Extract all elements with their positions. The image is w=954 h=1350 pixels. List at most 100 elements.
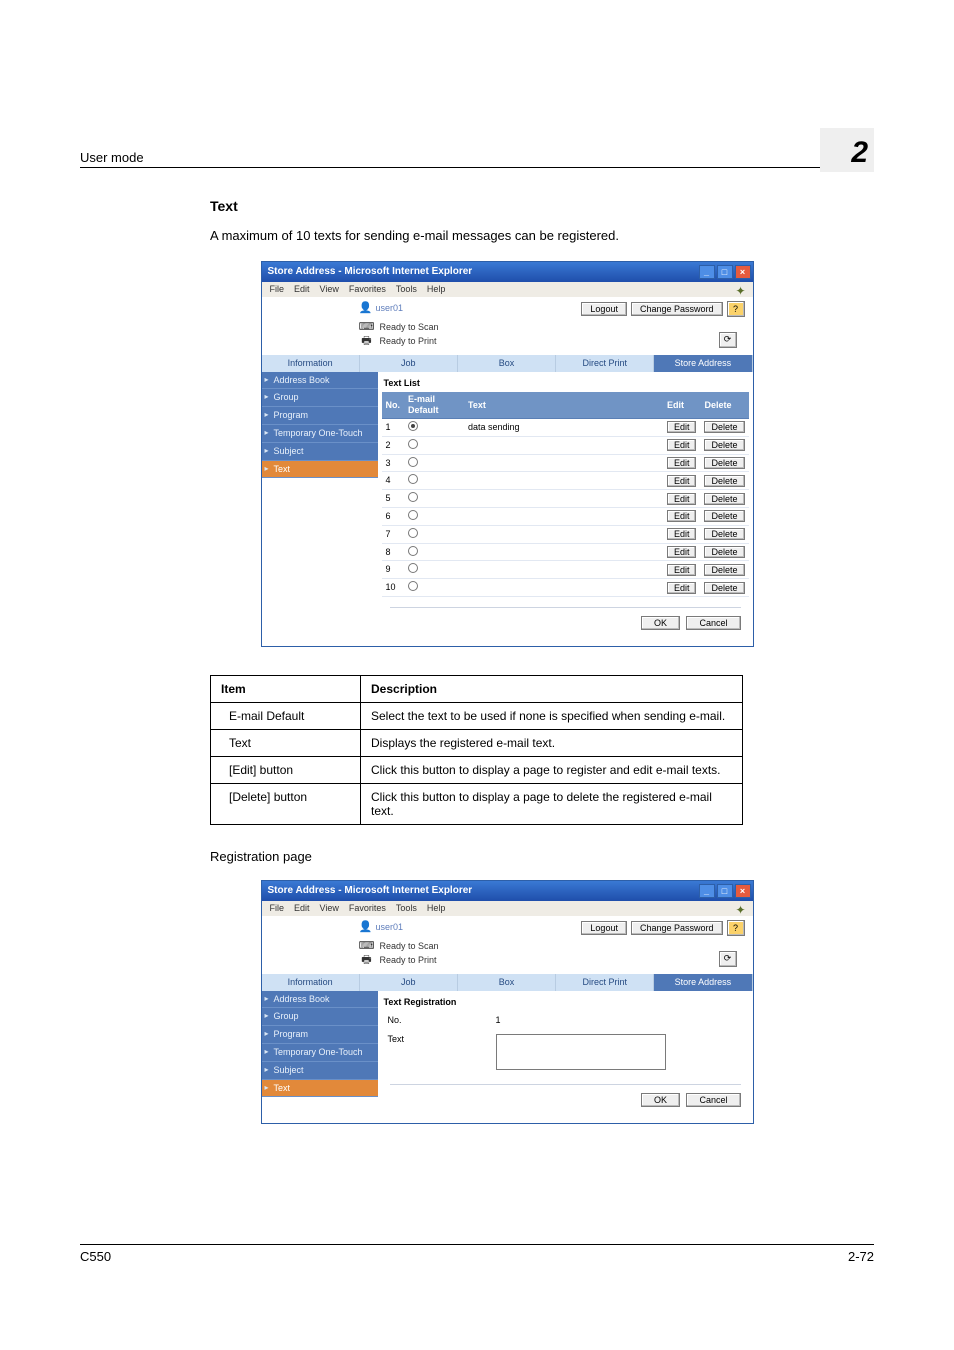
menu-edit[interactable]: Edit <box>294 903 310 914</box>
delete-button[interactable]: Delete <box>704 421 744 433</box>
minimize-button[interactable]: _ <box>699 884 715 898</box>
help-button[interactable]: ? <box>727 920 745 936</box>
sidebar-item-group[interactable]: Group <box>262 389 378 407</box>
cell-default[interactable] <box>404 543 464 561</box>
sidebar-item-temporary[interactable]: Temporary One-Touch <box>262 1044 378 1062</box>
delete-button[interactable]: Delete <box>704 439 744 451</box>
delete-button[interactable]: Delete <box>704 582 744 594</box>
menu-view[interactable]: View <box>320 284 339 295</box>
sidebar-item-program[interactable]: Program <box>262 407 378 425</box>
text-list-table: No. E-mail Default Text Edit Delete 1dat… <box>382 392 749 597</box>
tab-box[interactable]: Box <box>458 974 556 991</box>
printer-icon: 🖶 <box>360 335 374 349</box>
menu-view[interactable]: View <box>320 903 339 914</box>
tab-box[interactable]: Box <box>458 355 556 372</box>
sidebar-item-address-book[interactable]: Address Book <box>262 991 378 1009</box>
edit-button[interactable]: Edit <box>667 457 697 469</box>
delete-button[interactable]: Delete <box>704 546 744 558</box>
cell-default[interactable] <box>404 454 464 472</box>
menu-file[interactable]: File <box>270 903 285 914</box>
menu-edit[interactable]: Edit <box>294 284 310 295</box>
edit-button[interactable]: Edit <box>667 546 697 558</box>
delete-button[interactable]: Delete <box>704 493 744 505</box>
tab-information[interactable]: Information <box>262 355 360 372</box>
cell-default[interactable] <box>404 561 464 579</box>
edit-button[interactable]: Edit <box>667 510 697 522</box>
sidebar-item-address-book[interactable]: Address Book <box>262 372 378 390</box>
radio-default[interactable] <box>408 528 418 538</box>
delete-button[interactable]: Delete <box>704 564 744 576</box>
ok-button[interactable]: OK <box>641 616 680 630</box>
edit-button[interactable]: Edit <box>667 493 697 505</box>
radio-default[interactable] <box>408 492 418 502</box>
cell-text <box>464 454 663 472</box>
menu-help[interactable]: Help <box>427 284 446 295</box>
tab-job[interactable]: Job <box>360 974 458 991</box>
edit-button[interactable]: Edit <box>667 564 697 576</box>
radio-default[interactable] <box>408 563 418 573</box>
cell-default[interactable] <box>404 525 464 543</box>
col-text: Text <box>464 392 663 418</box>
menu-file[interactable]: File <box>270 284 285 295</box>
radio-default[interactable] <box>408 510 418 520</box>
sidebar-item-subject[interactable]: Subject <box>262 443 378 461</box>
logout-button[interactable]: Logout <box>581 921 627 935</box>
tab-store-address[interactable]: Store Address <box>654 974 752 991</box>
refresh-button[interactable]: ⟳ <box>719 951 737 967</box>
menu-help[interactable]: Help <box>427 903 446 914</box>
menu-favorites[interactable]: Favorites <box>349 284 386 295</box>
minimize-button[interactable]: _ <box>699 265 715 279</box>
sidebar-item-group[interactable]: Group <box>262 1008 378 1026</box>
tab-information[interactable]: Information <box>262 974 360 991</box>
tab-job[interactable]: Job <box>360 355 458 372</box>
refresh-button[interactable]: ⟳ <box>719 332 737 348</box>
cell-default[interactable] <box>404 418 464 436</box>
menu-tools[interactable]: Tools <box>396 284 417 295</box>
edit-button[interactable]: Edit <box>667 421 697 433</box>
sidebar-item-temporary[interactable]: Temporary One-Touch <box>262 425 378 443</box>
edit-button[interactable]: Edit <box>667 528 697 540</box>
tab-store-address[interactable]: Store Address <box>654 355 752 372</box>
delete-button[interactable]: Delete <box>704 510 744 522</box>
sidebar-item-program[interactable]: Program <box>262 1026 378 1044</box>
cell-default[interactable] <box>404 507 464 525</box>
tab-direct-print[interactable]: Direct Print <box>556 974 654 991</box>
reg-text-input[interactable] <box>496 1034 666 1070</box>
sidebar-item-text[interactable]: Text <box>262 461 378 479</box>
sidebar-item-subject[interactable]: Subject <box>262 1062 378 1080</box>
edit-button[interactable]: Edit <box>667 439 697 451</box>
cell-no: 9 <box>382 561 405 579</box>
cell-text <box>464 543 663 561</box>
logout-button[interactable]: Logout <box>581 302 627 316</box>
maximize-button[interactable]: □ <box>717 265 733 279</box>
close-button[interactable]: × <box>735 265 751 279</box>
cell-default[interactable] <box>404 436 464 454</box>
radio-default[interactable] <box>408 439 418 449</box>
edit-button[interactable]: Edit <box>667 582 697 594</box>
delete-button[interactable]: Delete <box>704 475 744 487</box>
radio-default[interactable] <box>408 474 418 484</box>
cancel-button[interactable]: Cancel <box>686 1093 740 1107</box>
radio-default[interactable] <box>408 421 418 431</box>
ok-button[interactable]: OK <box>641 1093 680 1107</box>
menu-favorites[interactable]: Favorites <box>349 903 386 914</box>
close-button[interactable]: × <box>735 884 751 898</box>
cell-default[interactable] <box>404 579 464 597</box>
radio-default[interactable] <box>408 546 418 556</box>
change-password-button[interactable]: Change Password <box>631 921 723 935</box>
help-button[interactable]: ? <box>727 301 745 317</box>
table-row: 5EditDelete <box>382 490 749 508</box>
cell-default[interactable] <box>404 490 464 508</box>
radio-default[interactable] <box>408 457 418 467</box>
edit-button[interactable]: Edit <box>667 475 697 487</box>
cancel-button[interactable]: Cancel <box>686 616 740 630</box>
cell-default[interactable] <box>404 472 464 490</box>
delete-button[interactable]: Delete <box>704 457 744 469</box>
maximize-button[interactable]: □ <box>717 884 733 898</box>
tab-direct-print[interactable]: Direct Print <box>556 355 654 372</box>
sidebar-item-text[interactable]: Text <box>262 1080 378 1098</box>
change-password-button[interactable]: Change Password <box>631 302 723 316</box>
radio-default[interactable] <box>408 581 418 591</box>
delete-button[interactable]: Delete <box>704 528 744 540</box>
menu-tools[interactable]: Tools <box>396 903 417 914</box>
